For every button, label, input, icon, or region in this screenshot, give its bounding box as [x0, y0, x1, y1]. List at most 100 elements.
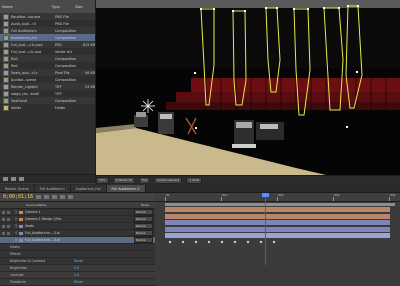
label-color-swatch[interactable]	[19, 224, 23, 228]
mode-header[interactable]: Mode	[141, 203, 149, 207]
project-item-size: 24 KB	[85, 84, 95, 89]
current-time-indicator[interactable]	[265, 193, 266, 265]
property-row[interactable]: Brightness 0.0	[0, 265, 155, 272]
view-layout-dropdown[interactable]: 1 View	[186, 176, 203, 184]
layer-row[interactable]: 3 Seats Normal	[0, 223, 155, 230]
project-item[interactable]: Red Composition	[0, 62, 95, 69]
layer-track	[155, 226, 400, 232]
layer-duration-bar[interactable]	[165, 226, 390, 232]
trash-icon[interactable]	[19, 177, 24, 181]
time-ruler[interactable]: 0s 01s 02s 03s 04s	[155, 193, 400, 201]
new-comp-icon[interactable]	[11, 177, 16, 181]
keyframe-icon[interactable]	[168, 240, 172, 244]
work-area-bar[interactable]	[165, 203, 395, 206]
project-item[interactable]: Seats_aud...c1c Pixel File 98 KB	[0, 69, 95, 76]
property-value[interactable]: Reset	[74, 280, 83, 284]
project-item[interactable]: Audit_Audi...r0 PNG File	[0, 20, 95, 27]
keyframe-icon[interactable]	[233, 240, 237, 244]
project-item-type: Composition	[55, 28, 77, 33]
property-value[interactable]: 0.0	[74, 273, 79, 277]
eye-icon[interactable]	[2, 231, 5, 235]
blend-mode-dropdown[interactable]: Normal	[134, 216, 153, 222]
layer-row[interactable]: 2 Camera 2 Design 2/Ins Normal	[0, 216, 155, 223]
graph-editor-icon[interactable]	[68, 195, 74, 199]
layer-duration-bar[interactable]	[165, 220, 390, 225]
cti-head[interactable]	[262, 193, 269, 197]
keyframe-icon[interactable]	[181, 240, 185, 244]
keyframe-icon[interactable]	[194, 240, 198, 244]
column-name[interactable]: Name	[0, 5, 49, 9]
project-item[interactable]: SeatSolid Composition	[0, 97, 95, 104]
property-value[interactable]: Reset	[74, 259, 83, 263]
new-folder-icon[interactable]	[3, 177, 8, 181]
property-row[interactable]: Contrast 0.0	[0, 272, 155, 279]
project-item-name: Full_aud...c1c.psd	[11, 49, 42, 54]
zoom-dropdown[interactable]: 50%	[96, 176, 109, 184]
layer-row[interactable]: 5 Full_Auditorium-...3.ai Normal	[0, 237, 155, 244]
property-row[interactable]: Brightness & Contrast Reset	[0, 258, 155, 265]
layer-duration-bar[interactable]	[165, 207, 390, 212]
timeline-tab[interactable]: Full Auditorium 2	[106, 185, 146, 192]
keyframe-icon[interactable]	[207, 240, 211, 244]
blend-mode-dropdown[interactable]: Normal	[134, 230, 153, 236]
layer-name[interactable]: Full_Auditorium-...3.ai	[25, 238, 85, 242]
project-item-name: SeatSolid	[11, 98, 27, 103]
layer-duration-bar[interactable]	[165, 233, 390, 238]
search-icon[interactable]	[36, 195, 42, 199]
label-color-swatch[interactable]	[19, 210, 23, 214]
ruler-tick	[277, 197, 278, 201]
track-area[interactable]	[155, 207, 400, 265]
project-item[interactable]: stage_ras...bnd0 TIFF	[0, 90, 95, 97]
viewer-timecode[interactable]: 0;00;01;16	[112, 176, 136, 184]
layer-name[interactable]: Full_Auditorium-...3.ai	[25, 231, 85, 235]
property-row[interactable]: Transform Reset	[0, 279, 155, 286]
current-time-display[interactable]: 0;00;01;16	[3, 194, 33, 200]
blend-mode-dropdown[interactable]: Normal	[134, 209, 153, 215]
label-color-swatch[interactable]	[19, 217, 23, 221]
project-item[interactable]: Rauditor...bourne PNG File	[0, 13, 95, 20]
layer-duration-bar[interactable]	[165, 213, 390, 219]
keyframe-icon[interactable]	[272, 240, 276, 244]
project-item[interactable]: Solids Folder	[0, 104, 95, 111]
project-item[interactable]: Full_aud...c1c.psd Vector Art	[0, 48, 95, 55]
keyframe-icon[interactable]	[246, 240, 250, 244]
layer-name[interactable]: Seats	[25, 224, 85, 228]
project-item[interactable]: Render_Lighted TIFF 24 KB	[0, 83, 95, 90]
timeline-tab[interactable]: Render Queue	[0, 185, 35, 192]
property-name: Effects	[10, 252, 21, 256]
keyframe-icon[interactable]	[220, 240, 224, 244]
column-type[interactable]: Type	[49, 5, 73, 9]
camera-dropdown[interactable]: Active Camera	[154, 176, 183, 184]
eye-icon[interactable]	[2, 210, 5, 214]
project-item[interactable]: Auditor...scene Composition	[0, 76, 95, 83]
blend-mode-dropdown[interactable]: Normal	[134, 237, 153, 243]
comp-flowchart-icon[interactable]	[44, 195, 50, 199]
keyframe-icon[interactable]	[259, 240, 263, 244]
property-value[interactable]: 0.0	[74, 266, 79, 270]
column-size[interactable]: Size	[73, 5, 95, 9]
label-color-swatch[interactable]	[19, 231, 23, 235]
project-item[interactable]: Full Auditorium Composition	[0, 27, 95, 34]
timeline-tab[interactable]: Auditorium_full	[70, 185, 107, 192]
property-row[interactable]: Effects	[0, 251, 155, 258]
source-name-header[interactable]: Source Name	[26, 203, 86, 207]
layer-name[interactable]: Camera 2 Design 2/Ins	[25, 217, 85, 221]
resolution-dropdown[interactable]: Full	[139, 176, 151, 184]
project-item[interactable]: Full_aud...-c1c.psd PSD 612 KB	[0, 41, 95, 48]
composition-viewer[interactable]	[96, 0, 400, 175]
project-item[interactable]: Null Composition	[0, 55, 95, 62]
timeline-tab[interactable]: Full Auditorium	[34, 185, 71, 192]
eye-icon[interactable]	[2, 224, 5, 228]
eye-icon[interactable]	[2, 238, 5, 242]
draft-3d-icon[interactable]	[52, 195, 58, 199]
project-item-list: Rauditor...bourne PNG File Audit_Audi...r0…	[0, 13, 95, 111]
property-row[interactable]: Masks	[0, 244, 155, 251]
layer-row[interactable]: 4 Full_Auditorium-...3.ai Normal	[0, 230, 155, 237]
label-color-swatch[interactable]	[19, 238, 23, 242]
layer-name[interactable]: Camera 1	[25, 210, 85, 214]
blend-mode-dropdown[interactable]: Normal	[134, 223, 153, 229]
motion-blur-icon[interactable]	[60, 195, 66, 199]
eye-icon[interactable]	[2, 217, 5, 221]
project-item[interactable]: Auditorium_full Composition	[0, 34, 95, 41]
layer-row[interactable]: 1 Camera 1 Normal	[0, 209, 155, 216]
